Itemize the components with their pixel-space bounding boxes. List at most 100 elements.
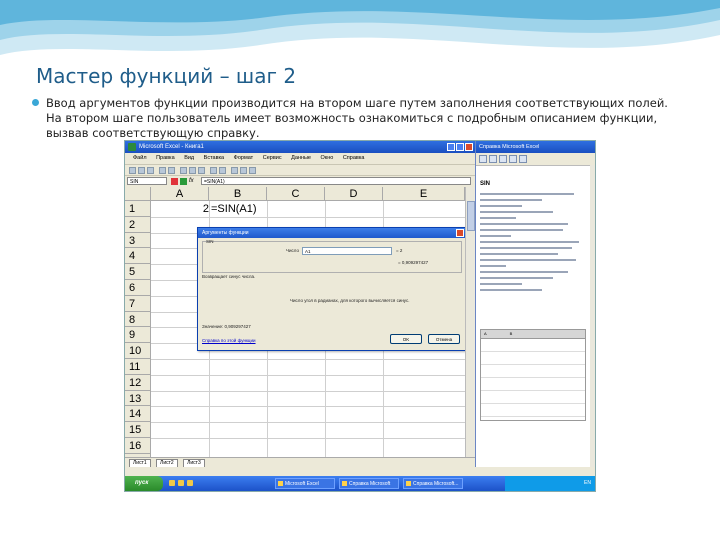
bullet-text: Ввод аргументов функции производится на … — [46, 96, 668, 140]
quicklaunch-icon[interactable] — [169, 480, 175, 486]
quicklaunch-icon[interactable] — [178, 480, 184, 486]
value-label: Значение: 0,909297427 — [202, 324, 251, 329]
excel-title: Microsoft Excel - Книга1 — [139, 144, 204, 150]
autosum-icon[interactable] — [231, 167, 238, 174]
bullet-icon — [32, 99, 39, 106]
row-header[interactable]: 14 — [125, 406, 151, 423]
cancel-icon[interactable] — [171, 178, 178, 185]
help-table-header: A B — [481, 330, 585, 339]
new-icon[interactable] — [129, 167, 136, 174]
row-header[interactable]: 10 — [125, 343, 151, 359]
start-button[interactable]: пуск — [125, 476, 163, 491]
grid-line — [151, 390, 465, 392]
grid-line — [151, 406, 465, 408]
row-header[interactable]: 7 — [125, 295, 151, 312]
function-group — [202, 241, 462, 273]
print-icon[interactable] — [509, 155, 517, 163]
cancel-button[interactable]: Отмена — [428, 334, 460, 344]
help-task-icon — [406, 481, 411, 486]
menu-help[interactable]: Справка — [343, 153, 365, 164]
minimize-button[interactable] — [447, 143, 455, 151]
help-text — [480, 193, 584, 295]
row-header[interactable]: 4 — [125, 248, 151, 265]
column-header-c[interactable]: C — [267, 187, 325, 201]
formula-bar: SIN fx =SIN(A1) — [125, 175, 475, 187]
function-description: Возвращает синус числа. — [202, 274, 256, 279]
excel-screenshot: Microsoft Excel - Книга1 Файл Правка Вид… — [124, 140, 596, 492]
scroll-thumb[interactable] — [467, 201, 475, 231]
sort-icon[interactable] — [240, 167, 247, 174]
menu-data[interactable]: Данные — [291, 153, 311, 164]
help-title: Справка Microsoft Excel — [476, 141, 595, 153]
help-col-b: B — [509, 331, 513, 336]
redo-icon[interactable] — [219, 167, 226, 174]
help-col-a: A — [484, 331, 487, 336]
task-help-2[interactable]: Справка Microsoft... — [403, 478, 463, 489]
back-icon[interactable] — [489, 155, 497, 163]
row-header[interactable]: 1 — [125, 201, 151, 217]
row-header[interactable]: 12 — [125, 374, 151, 391]
row-header[interactable]: 6 — [125, 280, 151, 296]
excel-app-icon — [128, 143, 136, 151]
paste-icon[interactable] — [198, 167, 205, 174]
column-header-d[interactable]: D — [325, 187, 383, 201]
header-waves — [0, 0, 720, 55]
excel-titlebar: Microsoft Excel - Книга1 — [125, 141, 475, 153]
print-icon[interactable] — [159, 167, 166, 174]
corner-select[interactable] — [125, 187, 151, 201]
help-task-icon — [342, 481, 347, 486]
options-icon[interactable] — [519, 155, 527, 163]
column-header-a[interactable]: A — [151, 187, 209, 201]
row-header[interactable]: 13 — [125, 390, 151, 407]
row-header[interactable]: 11 — [125, 359, 151, 375]
cut-icon[interactable] — [180, 167, 187, 174]
preview-icon[interactable] — [168, 167, 175, 174]
menu-tools[interactable]: Сервис — [263, 153, 282, 164]
task-excel[interactable]: Microsoft Excel — [275, 478, 335, 489]
menu-format[interactable]: Формат — [234, 153, 254, 164]
row-header[interactable]: 8 — [125, 311, 151, 328]
menu-view[interactable]: Вид — [184, 153, 194, 164]
undo-icon[interactable] — [210, 167, 217, 174]
argument-input[interactable]: A1 — [302, 247, 392, 255]
help-scrollbar[interactable] — [590, 165, 595, 467]
chart-icon[interactable] — [249, 167, 256, 174]
row-header[interactable]: 2 — [125, 216, 151, 233]
row-header[interactable]: 15 — [125, 422, 151, 438]
forward-icon[interactable] — [499, 155, 507, 163]
menu-edit[interactable]: Правка — [156, 153, 175, 164]
task-help-1[interactable]: Справка Microsoft — [339, 478, 399, 489]
maximize-button[interactable] — [456, 143, 464, 151]
system-tray: EN — [505, 476, 595, 491]
row-header[interactable]: 16 — [125, 438, 151, 454]
task-help-1-label: Справка Microsoft — [349, 481, 391, 487]
tile-icon[interactable] — [479, 155, 487, 163]
spreadsheet-grid[interactable]: A B C D E 1 2 3 4 5 6 7 8 9 10 11 12 13 … — [125, 187, 467, 458]
cell-b1[interactable]: =SIN(A1) — [211, 201, 431, 217]
ok-button[interactable]: OK — [390, 334, 422, 344]
row-header[interactable]: 9 — [125, 327, 151, 344]
task-help-2-label: Справка Microsoft... — [413, 481, 459, 487]
close-button[interactable] — [465, 143, 473, 151]
column-header-e[interactable]: E — [383, 187, 465, 201]
formula-input[interactable]: =SIN(A1) — [201, 177, 471, 185]
row-header[interactable]: 3 — [125, 232, 151, 249]
cell-a1[interactable]: 2 — [151, 201, 209, 217]
enter-icon[interactable] — [180, 178, 187, 185]
fx-icon[interactable]: fx — [189, 176, 194, 187]
status-bar — [125, 467, 595, 476]
save-icon[interactable] — [147, 167, 154, 174]
menu-window[interactable]: Окно — [321, 153, 334, 164]
function-help-link[interactable]: Справка по этой функции — [202, 338, 256, 343]
column-header-b[interactable]: B — [209, 187, 267, 201]
copy-icon[interactable] — [189, 167, 196, 174]
dialog-close-button[interactable] — [456, 229, 464, 237]
quicklaunch-icon[interactable] — [187, 480, 193, 486]
name-box[interactable]: SIN — [127, 177, 167, 185]
taskbar: пуск Microsoft Excel Справка Microsoft С… — [125, 476, 595, 491]
menu-insert[interactable]: Вставка — [204, 153, 224, 164]
row-header[interactable]: 5 — [125, 264, 151, 280]
function-arguments-dialog: Аргументы функции SIN Число A1 = 2 = 0,9… — [197, 227, 467, 351]
open-icon[interactable] — [138, 167, 145, 174]
menu-file[interactable]: Файл — [133, 153, 147, 164]
